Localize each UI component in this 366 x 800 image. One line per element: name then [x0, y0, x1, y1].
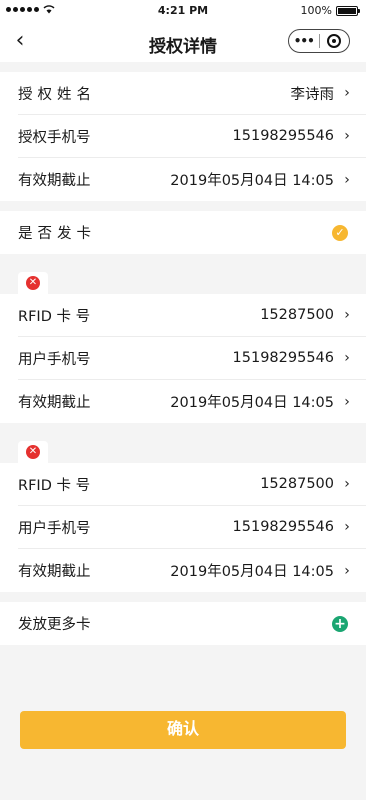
user-phone-value: 15198295546 — [232, 519, 334, 535]
nav-bar: ‹ 授权详情 ••• — [0, 22, 366, 62]
rfid-label: RFID 卡 号 — [18, 477, 91, 494]
card-expiry-value: 2019年05月04日 14:05 — [170, 564, 334, 580]
auth-name-label: 授权姓名 — [18, 86, 96, 103]
chevron-right-icon: › — [344, 307, 350, 323]
rfid-label: RFID 卡 号 — [18, 308, 91, 325]
auth-expiry-row[interactable]: 有效期截止 2019年05月04日 14:05 › — [18, 158, 366, 201]
chevron-right-icon: › — [344, 519, 350, 535]
chevron-right-icon: › — [344, 128, 350, 144]
more-options-icon[interactable]: ••• — [289, 31, 319, 51]
auth-phone-value: 15198295546 — [232, 128, 334, 144]
auth-phone-row[interactable]: 授权手机号 15198295546 › — [18, 115, 366, 158]
more-cards-label: 发放更多卡 — [18, 617, 91, 633]
auth-expiry-value: 2019年05月04日 14:05 — [170, 173, 334, 189]
card-block: RFID 卡 号 15287500 › 用户手机号 15198295546 › … — [0, 294, 366, 423]
card-tab: ✕ — [18, 441, 48, 463]
chevron-right-icon: › — [344, 350, 350, 366]
user-phone-value: 15198295546 — [232, 350, 334, 366]
issue-card-row[interactable]: 是否发卡 ✓ — [18, 211, 366, 254]
card-expiry-row[interactable]: 有效期截止 2019年05月04日 14:05 › — [18, 380, 366, 423]
more-cards-section: 发放更多卡 + — [0, 602, 366, 645]
auth-expiry-label: 有效期截止 — [18, 173, 91, 189]
chevron-right-icon: › — [344, 85, 350, 101]
delete-card-icon[interactable]: ✕ — [26, 276, 40, 290]
issue-card-label: 是否发卡 — [18, 226, 96, 242]
miniprogram-capsule: ••• — [288, 29, 350, 53]
issue-card-section: 是否发卡 ✓ — [0, 211, 366, 254]
close-miniprogram-icon[interactable] — [320, 34, 350, 48]
rfid-value: 15287500 — [260, 476, 334, 492]
card-expiry-label: 有效期截止 — [18, 395, 91, 411]
status-bar: 4:21 PM 100% — [0, 0, 366, 22]
rfid-value: 15287500 — [260, 307, 334, 323]
battery-percent: 100% — [300, 4, 332, 17]
auth-name-value: 李诗雨 — [290, 86, 335, 103]
card-expiry-value: 2019年05月04日 14:05 — [170, 395, 334, 411]
authorization-info: 授权姓名 李诗雨 › 授权手机号 15198295546 › 有效期截止 201… — [0, 72, 366, 201]
confirm-area: 确认 — [20, 711, 346, 749]
add-card-icon[interactable]: + — [332, 615, 348, 632]
card-tab: ✕ — [18, 272, 48, 294]
rfid-row[interactable]: RFID 卡 号 15287500 › — [18, 294, 366, 337]
battery-icon — [336, 5, 360, 16]
checked-icon[interactable]: ✓ — [332, 224, 348, 241]
card-expiry-row[interactable]: 有效期截止 2019年05月04日 14:05 › — [18, 549, 366, 592]
card-header: ✕ — [0, 254, 366, 294]
more-cards-row[interactable]: 发放更多卡 + — [18, 602, 366, 645]
confirm-button[interactable]: 确认 — [20, 711, 346, 749]
chevron-right-icon: › — [344, 393, 350, 410]
card-header: ✕ — [0, 423, 366, 463]
user-phone-row[interactable]: 用户手机号 15198295546 › — [18, 337, 366, 380]
card-block: RFID 卡 号 15287500 › 用户手机号 15198295546 › … — [0, 463, 366, 592]
user-phone-row[interactable]: 用户手机号 15198295546 › — [18, 506, 366, 549]
user-phone-label: 用户手机号 — [18, 351, 91, 368]
auth-name-row[interactable]: 授权姓名 李诗雨 › — [18, 72, 366, 115]
chevron-right-icon: › — [344, 171, 350, 188]
rfid-row[interactable]: RFID 卡 号 15287500 › — [18, 463, 366, 506]
user-phone-label: 用户手机号 — [18, 520, 91, 537]
chevron-right-icon: › — [344, 562, 350, 579]
chevron-right-icon: › — [344, 476, 350, 492]
delete-card-icon[interactable]: ✕ — [26, 445, 40, 459]
card-expiry-label: 有效期截止 — [18, 564, 91, 580]
battery-status: 100% — [300, 4, 360, 17]
auth-phone-label: 授权手机号 — [18, 129, 91, 146]
